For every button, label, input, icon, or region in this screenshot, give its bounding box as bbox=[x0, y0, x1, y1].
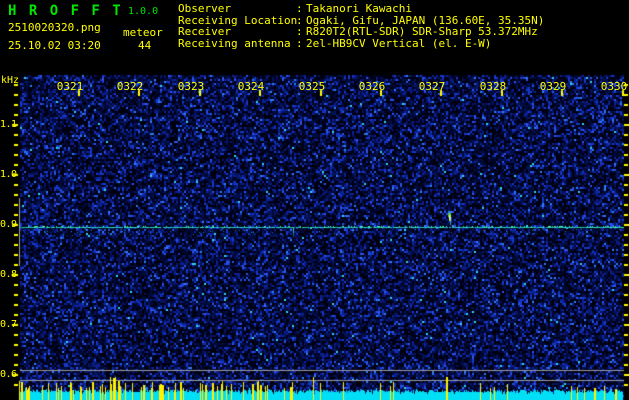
timestamp: 25.10.02 03:20 bbox=[8, 39, 101, 52]
mode-label: meteor bbox=[123, 26, 163, 39]
time-tick-label: 0328 bbox=[479, 80, 507, 93]
time-tick-label: 0326 bbox=[358, 80, 386, 93]
freq-tick-label: 0.7 bbox=[0, 319, 17, 330]
freq-tick-label: 0.9 bbox=[0, 219, 17, 230]
info-label: Receiver bbox=[178, 25, 231, 38]
info-colon: : bbox=[296, 36, 303, 50]
info-value: R820T2(RTL-SDR) SDR-Sharp 53.372MHz bbox=[306, 25, 538, 38]
info-row-observer: Observer: Takanori Kawachi bbox=[178, 3, 544, 15]
freq-tick-label: 1.1 bbox=[0, 119, 17, 130]
app-title: H R O F F T bbox=[8, 3, 123, 19]
info-value: 2el-HB9CV Vertical (el. E-W) bbox=[306, 36, 492, 50]
time-tick-label: 0321 bbox=[56, 80, 84, 93]
info-row-antenna: Receiving antenna:2el-HB9CV Vertical (el… bbox=[178, 36, 544, 50]
spectrogram-canvas bbox=[0, 0, 629, 400]
info-colon: : bbox=[296, 25, 303, 38]
time-tick-label: 0322 bbox=[116, 80, 144, 93]
info-row-receiver: Receiver: R820T2(RTL-SDR) SDR-Sharp 53.37… bbox=[178, 26, 544, 38]
freq-axis-unit: kHz bbox=[1, 75, 20, 86]
info-colon: : bbox=[296, 2, 303, 15]
info-label: Receiving antenna bbox=[178, 36, 291, 50]
time-tick-label: 0324 bbox=[237, 80, 265, 93]
freq-tick-label: 1.0 bbox=[0, 169, 17, 180]
time-tick-label: 0330 bbox=[600, 80, 628, 93]
time-tick-label: 0325 bbox=[298, 80, 326, 93]
app-version: 1.0.0 bbox=[128, 6, 159, 17]
time-tick-label: 0323 bbox=[177, 80, 205, 93]
freq-tick-label: 0.6 bbox=[0, 369, 17, 380]
output-filename: 2510020320.png bbox=[8, 21, 101, 34]
info-value: Takanori Kawachi bbox=[306, 2, 412, 15]
time-tick-label: 0329 bbox=[539, 80, 567, 93]
info-label: Observer bbox=[178, 2, 231, 15]
time-tick-label: 0327 bbox=[418, 80, 446, 93]
freq-tick-label: 0.8 bbox=[0, 269, 17, 280]
echo-count: 44 bbox=[138, 39, 152, 52]
hrofft-screen: H R O F F T 1.0.0 2510020320.png meteor … bbox=[0, 0, 629, 400]
station-info: Observer: Takanori Kawachi Receiving Loca… bbox=[178, 3, 544, 49]
